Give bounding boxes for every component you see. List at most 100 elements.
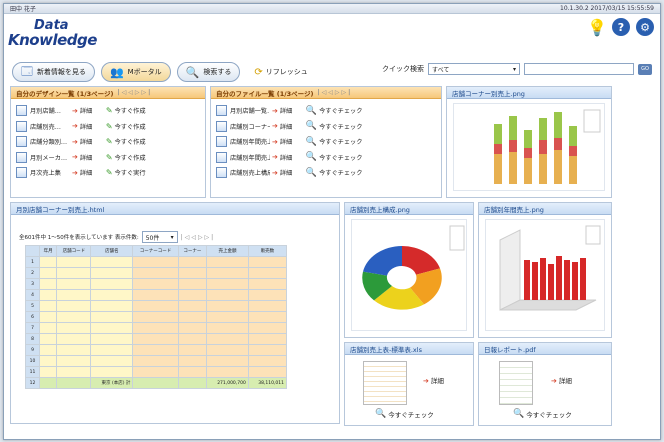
composition-thumbnail[interactable]	[351, 219, 467, 331]
action-link[interactable]: 今すぐチェック	[319, 122, 362, 131]
page-size-select[interactable]: 50件 ▾	[141, 231, 178, 243]
action-link[interactable]: 今すぐチェック	[319, 168, 362, 177]
item-name[interactable]: 店舗分類別…	[30, 137, 70, 146]
row-number: 8	[25, 333, 40, 345]
list-item: 月別メーカ… ➔ 詳細 ✎ 今すぐ作成	[16, 150, 200, 166]
table-header[interactable]: 販売数	[247, 245, 288, 257]
item-name[interactable]: 店舗別年間売上…	[230, 137, 270, 146]
new-info-button[interactable]: 🗔 新着情報を見る	[12, 62, 95, 82]
logo-line2: Knowledge	[8, 31, 97, 49]
chart-bar	[524, 148, 532, 158]
item-name[interactable]: 店舗別売上構成.png	[230, 168, 270, 177]
detail-link[interactable]: 詳細	[280, 153, 306, 162]
sales-sheet-header: 店舗別売上表-標準表.xls	[345, 343, 473, 355]
chart-bar	[524, 158, 532, 184]
refresh-icon: ⟳	[254, 66, 263, 78]
table-header[interactable]: 店舗コード	[56, 245, 92, 257]
detail-link[interactable]: 詳細	[280, 137, 306, 146]
detail-link[interactable]: 詳細	[80, 122, 106, 131]
corner-sales-thumbnail[interactable]	[453, 103, 605, 191]
refresh-button[interactable]: ⟳ リフレッシュ	[254, 67, 307, 78]
daily-report-header: 日報レポート.pdf	[479, 343, 611, 355]
sheet-check-link[interactable]: 🔍 今すぐチェック	[375, 409, 434, 419]
magnifier-icon: 🔍	[375, 409, 387, 419]
page-size-value: 50件	[145, 234, 160, 242]
chevron-down-icon: ▾	[512, 65, 516, 73]
action-link[interactable]: 今すぐ実行	[115, 168, 146, 177]
detail-link[interactable]: 詳細	[280, 106, 306, 115]
table-header[interactable]: 売上金額	[206, 245, 249, 257]
pdf-check-link[interactable]: 🔍 今すぐチェック	[513, 409, 572, 419]
table-cell	[177, 267, 208, 279]
item-name[interactable]: 店舗別コーナー別…	[230, 122, 270, 131]
table-pager-icon[interactable]: |◁◁▷▷|	[181, 234, 216, 241]
action-link[interactable]: 今すぐ作成	[115, 122, 146, 131]
detail-link[interactable]: 詳細	[80, 106, 106, 115]
brand-logo: Data Knowledge	[8, 16, 168, 54]
table-cell	[56, 344, 92, 356]
file-icon	[16, 120, 27, 132]
detail-link[interactable]: 詳細	[280, 168, 306, 177]
item-name[interactable]: 店舗別売…	[30, 122, 70, 131]
table-header[interactable]: 店舗名	[90, 245, 134, 257]
detail-link[interactable]: 詳細	[80, 153, 106, 162]
action-link[interactable]: 今すぐ作成	[115, 137, 146, 146]
sheet-detail-label: 詳細	[430, 377, 444, 385]
action-link[interactable]: 今すぐチェック	[319, 106, 362, 115]
pdf-thumbnail[interactable]	[499, 361, 533, 405]
item-name[interactable]: 月次売上集	[30, 168, 70, 177]
table-cell	[56, 300, 92, 312]
list-item: 店舗分類別… ➔ 詳細 ✎ 今すぐ作成	[16, 134, 200, 150]
portal-button[interactable]: 👥 Mボータル	[100, 62, 171, 82]
info-icon: 🗔	[21, 64, 33, 78]
help-icon[interactable]: ?	[612, 18, 630, 36]
pager-icon[interactable]: |◁◁▷▷|	[318, 89, 353, 96]
table-cell	[38, 333, 58, 345]
annual-sales-thumbnail[interactable]	[485, 219, 605, 331]
quick-search-select[interactable]: すべて ▾	[428, 63, 520, 75]
data-table-wrap: 年月 店舗コード 店舗名 コーナーコード コーナー 売上金額 販売数 1 2 3 4 5 6 7 8 9 10 1…	[25, 245, 288, 389]
table-header[interactable]: 年月	[38, 245, 58, 257]
table-cell	[177, 377, 208, 389]
sheet-check-label: 今すぐチェック	[388, 411, 434, 419]
action-link[interactable]: 今すぐ作成	[115, 106, 146, 115]
chart-bar	[554, 138, 562, 150]
table-header[interactable]: コーナー	[177, 245, 208, 257]
chart-bar	[494, 154, 502, 184]
go-button[interactable]: GO	[638, 63, 652, 75]
daily-report-panel: 日報レポート.pdf ➔ 詳細 🔍 今すぐチェック	[478, 342, 612, 426]
pdf-detail-link[interactable]: ➔ 詳細	[549, 375, 572, 385]
annual-sales-header: 店舗別年間売上.png	[479, 203, 611, 215]
arrow-icon: ➔	[272, 168, 278, 177]
item-name[interactable]: 月別店舗…	[30, 106, 70, 115]
table-cell	[177, 355, 208, 367]
pager-icon[interactable]: |◁◁▷▷|	[118, 89, 153, 96]
arrow-icon: ➔	[272, 122, 278, 131]
chart-bar	[540, 258, 546, 300]
file-panel-title: 自分のファイル一覧 (1/3ページ)	[216, 89, 314, 98]
action-link[interactable]: 今すぐチェック	[319, 153, 362, 162]
item-name[interactable]: 月別店舗一覧.	[230, 106, 270, 115]
action-link[interactable]: 今すぐチェック	[319, 137, 362, 146]
detail-link[interactable]: 詳細	[80, 168, 106, 177]
item-name[interactable]: 月別メーカ…	[30, 153, 70, 162]
settings-icon[interactable]: ⚙	[636, 18, 654, 36]
table-cell	[177, 256, 208, 268]
table-row: 2	[25, 267, 288, 279]
pencil-icon: ✎	[105, 152, 113, 162]
sheet-detail-link[interactable]: ➔ 詳細	[421, 375, 444, 385]
magnifier-icon: 🔍	[305, 121, 318, 132]
lightbulb-icon[interactable]: 💡	[587, 18, 607, 37]
table-header[interactable]: コーナーコード	[132, 245, 179, 257]
item-name[interactable]: 店舗別年間売上…	[230, 153, 270, 162]
search-button[interactable]: 🔍 検索する	[176, 62, 241, 82]
title-bar: 田中 花子 10.1.30.2 2017/03/15 15:55:59	[4, 4, 660, 14]
table-cell	[90, 267, 134, 279]
magnifier-icon: 🔍	[513, 409, 525, 419]
action-link[interactable]: 今すぐ作成	[115, 153, 146, 162]
quick-search-input[interactable]	[524, 63, 634, 75]
detail-link[interactable]: 詳細	[280, 122, 306, 131]
chart-bar	[539, 140, 547, 154]
sheet-thumbnail[interactable]	[363, 361, 407, 405]
detail-link[interactable]: 詳細	[80, 137, 106, 146]
